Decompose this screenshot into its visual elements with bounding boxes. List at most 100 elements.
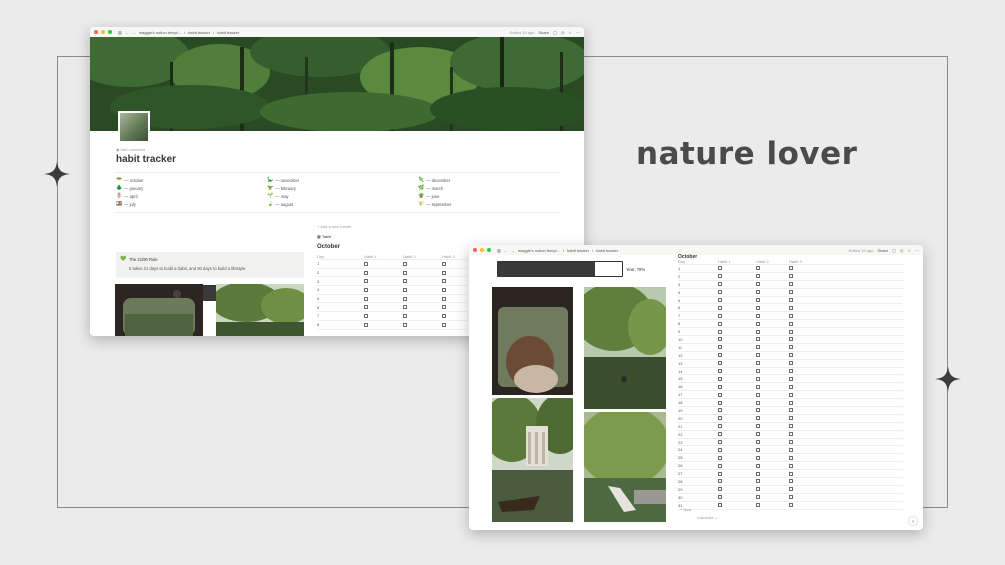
table-row[interactable]: 15: [678, 375, 903, 384]
table-row[interactable]: 4: [678, 289, 903, 297]
breadcrumb-subpage[interactable]: habit tracker: [217, 30, 239, 35]
habit-checkbox[interactable]: [756, 463, 760, 468]
minimize-window-button[interactable]: [101, 30, 105, 34]
breadcrumb-workspace[interactable]: maggie's notion templ...: [518, 248, 560, 253]
month-link-september[interactable]: 🌾 — september: [418, 201, 560, 207]
habit-checkbox[interactable]: [403, 279, 407, 284]
table-row[interactable]: 9: [678, 328, 903, 337]
habit-checkbox[interactable]: [789, 274, 793, 279]
habit-checkbox[interactable]: [718, 463, 722, 468]
column-header[interactable]: Habit 2: [756, 259, 789, 264]
share-button[interactable]: Share: [538, 30, 549, 35]
table-row[interactable]: 1: [678, 265, 903, 273]
habit-checkbox[interactable]: [442, 313, 446, 318]
habit-checkbox[interactable]: [364, 305, 368, 310]
table-row[interactable]: 10: [678, 336, 903, 344]
habit-checkbox[interactable]: [403, 322, 407, 327]
breadcrumb-page[interactable]: habit tracker: [188, 30, 210, 35]
column-header[interactable]: Habit 3: [442, 254, 467, 259]
habit-checkbox[interactable]: [718, 455, 722, 460]
column-header[interactable]: Habit 2: [403, 254, 442, 259]
breadcrumb-workspace[interactable]: maggie's notion templ...: [139, 30, 181, 35]
table-row[interactable]: 8: [317, 321, 467, 330]
sidebar-toggle-icon[interactable]: ▥: [118, 30, 122, 35]
callout-block[interactable]: 💚 The 21/90 Rule It takes 21 days to bui…: [116, 252, 304, 278]
habit-checkbox[interactable]: [789, 266, 793, 271]
habit-checkbox[interactable]: [403, 305, 407, 310]
calculate-button[interactable]: Calculate ⌄: [697, 515, 718, 520]
table-row[interactable]: 3: [317, 277, 467, 287]
habit-checkbox[interactable]: [789, 479, 793, 484]
month-link-may[interactable]: 🌱 — may: [267, 193, 418, 199]
close-window-button[interactable]: [473, 248, 477, 252]
habit-checkbox[interactable]: [789, 290, 793, 295]
clock-icon[interactable]: ◷: [900, 248, 904, 253]
habit-checkbox[interactable]: [756, 266, 760, 271]
table-row[interactable]: 2: [678, 273, 903, 281]
comment-icon[interactable]: ▢: [892, 248, 896, 253]
habit-checkbox[interactable]: [364, 296, 368, 301]
habit-checkbox[interactable]: [756, 440, 760, 445]
habit-checkbox[interactable]: [789, 321, 793, 326]
table-row[interactable]: 6: [317, 303, 467, 313]
habit-checkbox[interactable]: [789, 337, 793, 342]
habit-checkbox[interactable]: [403, 287, 407, 292]
table-row[interactable]: 7: [317, 312, 467, 321]
habit-checkbox[interactable]: [756, 369, 760, 374]
table-row[interactable]: 7: [678, 312, 903, 321]
habit-checkbox[interactable]: [442, 322, 446, 327]
habit-checkbox[interactable]: [756, 424, 760, 429]
habit-checkbox[interactable]: [718, 329, 722, 334]
column-header[interactable]: Habit 1: [364, 254, 403, 259]
table-row[interactable]: 16: [678, 383, 903, 392]
table-row[interactable]: 18: [678, 399, 903, 408]
habit-checkbox[interactable]: [718, 400, 722, 405]
habit-checkbox[interactable]: [756, 487, 760, 492]
habit-checkbox[interactable]: [789, 376, 793, 381]
habit-checkbox[interactable]: [718, 479, 722, 484]
habit-checkbox[interactable]: [718, 298, 722, 302]
new-row-button[interactable]: + New: [680, 507, 691, 512]
habit-checkbox[interactable]: [756, 384, 760, 389]
table-row[interactable]: 12: [678, 352, 903, 360]
habit-checkbox[interactable]: [789, 503, 793, 508]
table-row[interactable]: 21: [678, 423, 903, 431]
page-icon-image[interactable]: [118, 111, 150, 143]
breadcrumb-subpage[interactable]: habit tracker: [596, 248, 618, 253]
month-link-february[interactable]: 🦖 — february: [267, 185, 418, 191]
table-row[interactable]: 22: [678, 431, 903, 439]
month-link-july[interactable]: 🍱 — july: [116, 201, 267, 207]
habit-checkbox[interactable]: [364, 261, 368, 266]
breadcrumb-page[interactable]: habit tracker: [567, 248, 589, 253]
month-link-april[interactable]: 🌷 — april: [116, 193, 267, 199]
star-icon[interactable]: ☆: [568, 30, 572, 35]
table-row[interactable]: 17: [678, 391, 903, 400]
table-row[interactable]: 1: [317, 260, 467, 269]
table-row[interactable]: 29: [678, 486, 903, 494]
month-link-august[interactable]: 🍃 — august: [267, 201, 418, 207]
habit-checkbox[interactable]: [789, 353, 793, 358]
table-row[interactable]: 26: [678, 462, 903, 471]
habit-checkbox[interactable]: [789, 329, 793, 334]
habit-checkbox[interactable]: [756, 432, 760, 437]
habit-checkbox[interactable]: [718, 305, 722, 310]
habit-checkbox[interactable]: [718, 290, 722, 295]
back-arrow-icon[interactable]: ←: [504, 248, 508, 253]
habit-checkbox[interactable]: [756, 313, 760, 318]
habit-checkbox[interactable]: [756, 376, 760, 381]
habit-checkbox[interactable]: [756, 290, 760, 295]
column-header[interactable]: Habit 3: [789, 259, 849, 264]
habit-checkbox[interactable]: [756, 282, 760, 287]
table-row[interactable]: 19: [678, 407, 903, 415]
add-comment-link[interactable]: ◉ Add comment: [116, 147, 560, 152]
habit-checkbox[interactable]: [718, 432, 722, 437]
habit-checkbox[interactable]: [789, 495, 793, 500]
comment-icon[interactable]: ▢: [553, 30, 557, 35]
column-header[interactable]: Day: [678, 259, 718, 264]
help-button[interactable]: ?: [909, 517, 917, 525]
habit-checkbox[interactable]: [789, 455, 793, 460]
habit-checkbox[interactable]: [789, 384, 793, 389]
table-row[interactable]: 2: [317, 269, 467, 278]
table-row[interactable]: 24: [678, 446, 903, 455]
habit-checkbox[interactable]: [718, 503, 722, 508]
